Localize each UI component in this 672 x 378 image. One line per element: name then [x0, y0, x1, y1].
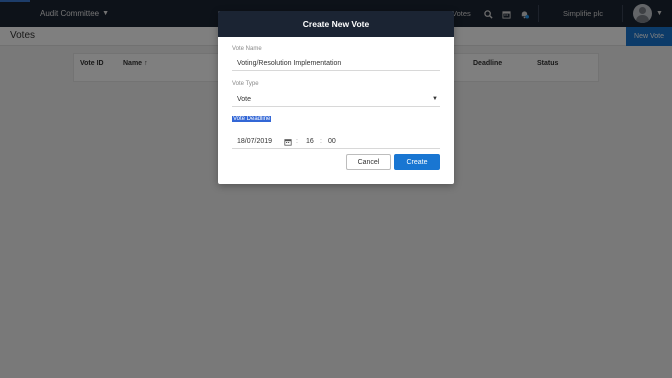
dropdown-arrow-icon: ▼ — [432, 96, 438, 102]
cancel-button[interactable]: Cancel — [346, 154, 391, 170]
dialog-title: Create New Vote — [218, 11, 454, 37]
vote-deadline-label-text: Vote Deadline — [232, 116, 272, 122]
vote-deadline-label: Vote Deadline — [232, 116, 272, 122]
vote-type-value: Vote — [237, 95, 252, 103]
create-button[interactable]: Create — [394, 154, 440, 170]
deadline-minute-input[interactable]: 00 — [328, 138, 336, 145]
vote-name-label: Vote Name — [232, 46, 262, 52]
vote-type-select[interactable]: Vote ▼ — [232, 92, 440, 107]
vote-name-input[interactable]: Voting/Resolution Implementation — [232, 56, 440, 71]
deadline-date-input[interactable]: 18/07/2019 — [237, 138, 272, 145]
separator: : — [296, 138, 298, 145]
vote-name-value: Voting/Resolution Implementation — [237, 59, 342, 67]
calendar-icon[interactable] — [284, 138, 292, 146]
separator: : — [320, 138, 322, 145]
create-vote-dialog: Create New Vote Vote Name Voting/Resolut… — [218, 11, 454, 184]
vote-type-label: Vote Type — [232, 81, 259, 87]
deadline-hour-input[interactable]: 16 — [306, 138, 314, 145]
vote-deadline-field: 18/07/2019 : 16 : 00 — [232, 134, 440, 149]
